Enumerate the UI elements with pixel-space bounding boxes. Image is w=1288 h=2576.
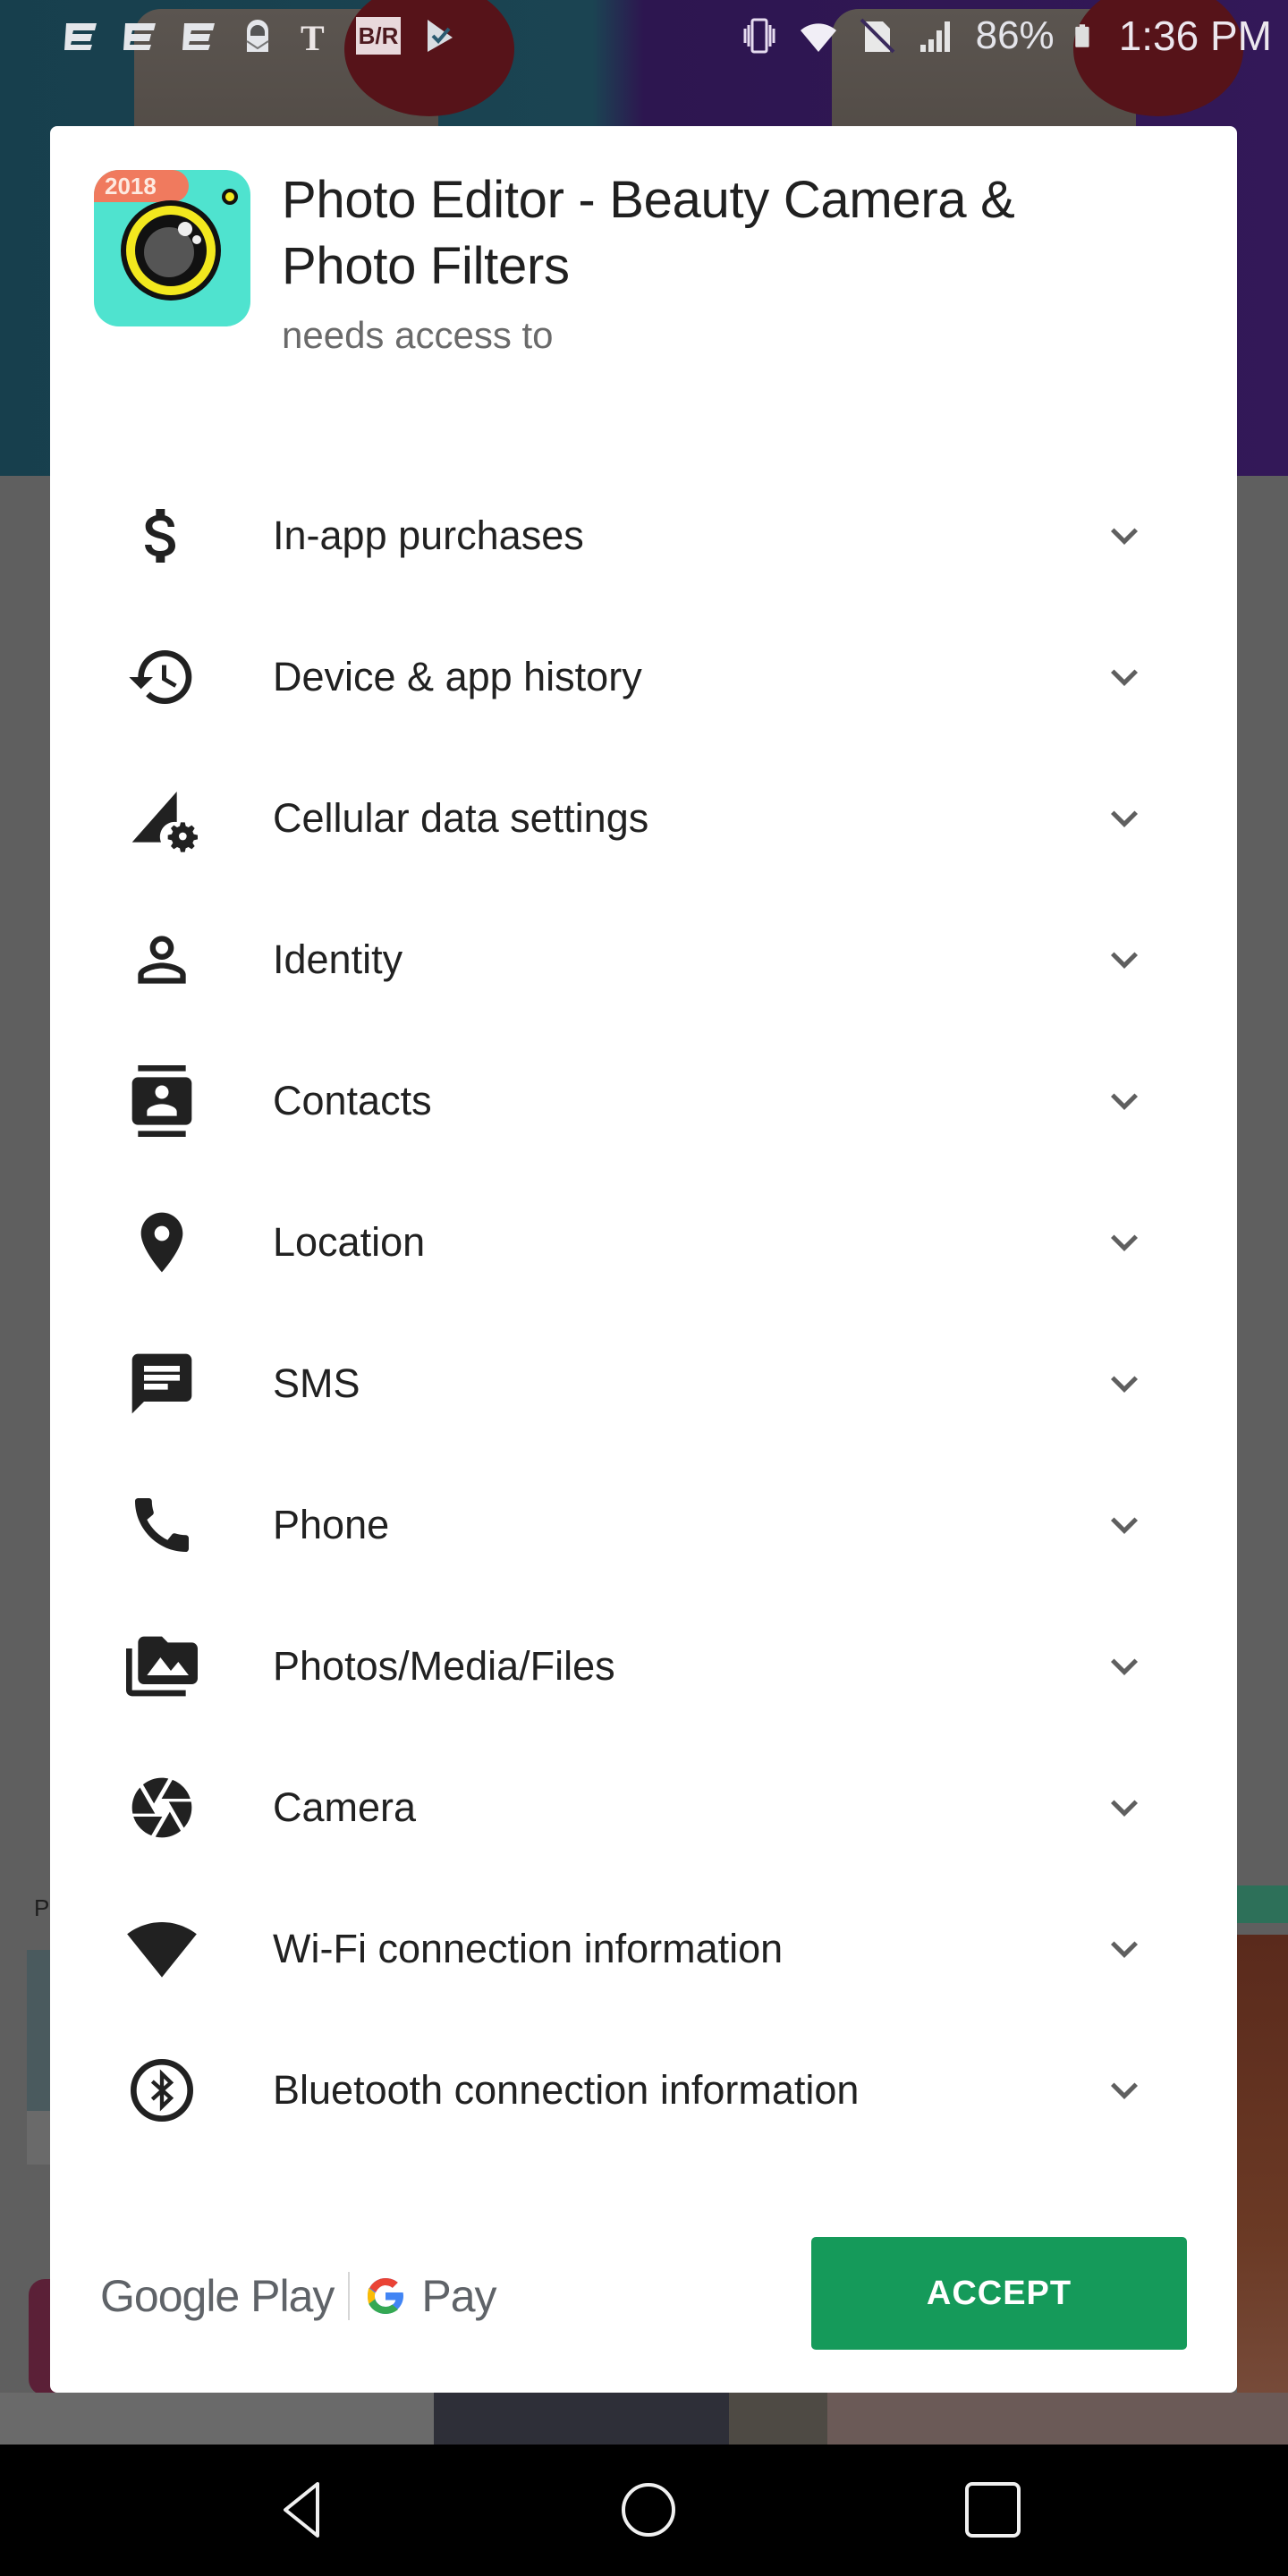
chevron-down-icon[interactable] xyxy=(1097,1074,1151,1128)
google-g-icon xyxy=(368,2278,404,2314)
accept-button[interactable]: ACCEPT xyxy=(811,2237,1187,2350)
notification-icons: T B/R xyxy=(61,16,460,55)
chevron-down-icon[interactable] xyxy=(1097,1640,1151,1693)
permission-label: Camera xyxy=(273,1784,417,1830)
system-status-icons: 86% 1:36 PM xyxy=(740,12,1272,60)
espn-icon xyxy=(182,23,215,50)
battery-icon xyxy=(1074,24,1089,47)
message-icon xyxy=(126,1348,198,1419)
bluetooth-icon xyxy=(126,2055,198,2126)
no-sim-icon xyxy=(860,18,895,54)
chevron-down-icon[interactable] xyxy=(1097,2063,1151,2117)
history-icon xyxy=(126,641,198,713)
chevron-down-icon[interactable] xyxy=(1097,1922,1151,1976)
permission-label: Photos/Media/Files xyxy=(273,1643,615,1689)
background-strip xyxy=(729,2393,827,2446)
wifi-icon xyxy=(800,23,836,52)
home-circle-icon xyxy=(622,2483,675,2537)
battery-percentage: 86% xyxy=(975,13,1055,57)
cellular-settings-icon xyxy=(126,783,198,854)
photo-library-icon xyxy=(126,1631,198,1702)
person-icon xyxy=(126,924,198,996)
status-bar: T B/R 86% 1:36 PM xyxy=(0,0,1288,72)
vibrate-icon xyxy=(743,18,775,54)
bleacher-report-icon: B/R xyxy=(356,17,401,55)
chevron-down-icon[interactable] xyxy=(1097,509,1151,563)
permission-row-in-app-purchases[interactable]: In-app purchases xyxy=(50,465,1237,606)
protonmail-icon xyxy=(246,20,269,52)
svg-text:T: T xyxy=(301,18,325,55)
permission-row-sms[interactable]: SMS xyxy=(50,1313,1237,1454)
app-icon: 2018 xyxy=(94,170,250,326)
permission-label: Cellular data settings xyxy=(273,795,649,841)
chevron-down-icon[interactable] xyxy=(1097,1498,1151,1552)
checkmark-app-icon xyxy=(428,20,453,52)
back-button[interactable] xyxy=(273,2479,335,2541)
permission-label: Bluetooth connection information xyxy=(273,2067,860,2113)
chevron-down-icon[interactable] xyxy=(1097,1216,1151,1269)
chevron-down-icon[interactable] xyxy=(1097,1357,1151,1411)
pay-logo-text: Pay xyxy=(421,2271,496,2321)
permission-label: SMS xyxy=(273,1360,360,1406)
dialog-subtitle: needs access to xyxy=(282,314,554,356)
permissions-dialog: 2018 Photo Editor - Beauty Camera & Phot… xyxy=(50,126,1237,2393)
back-triangle-icon xyxy=(284,2482,319,2538)
permission-row-cellular-data-settings[interactable]: Cellular data settings xyxy=(50,748,1237,889)
chevron-down-icon[interactable] xyxy=(1097,650,1151,704)
permission-label: Device & app history xyxy=(273,654,642,699)
permission-row-photos-media-files[interactable]: Photos/Media/Files xyxy=(50,1596,1237,1737)
permission-row-identity[interactable]: Identity xyxy=(50,889,1237,1030)
screen: P T B/R 86% 1:36 PM 2018 Photo Editor - … xyxy=(0,0,1288,2576)
wifi-icon xyxy=(126,1913,198,1985)
google-play-logo-text: Google Play xyxy=(100,2271,335,2321)
brand-divider xyxy=(348,2272,351,2320)
permission-row-device-app-history[interactable]: Device & app history xyxy=(50,606,1237,748)
permission-label: Contacts xyxy=(273,1078,432,1123)
google-play-pay-branding: Google Play Pay xyxy=(100,2260,497,2332)
background-strip xyxy=(827,2393,1288,2446)
background-strip xyxy=(0,2393,434,2446)
navigation-bar xyxy=(0,2445,1288,2576)
signal-icon xyxy=(919,21,950,52)
permission-row-contacts[interactable]: Contacts xyxy=(50,1030,1237,1172)
chevron-down-icon[interactable] xyxy=(1097,933,1151,987)
permission-label: Location xyxy=(273,1219,426,1265)
background-strip xyxy=(434,2393,729,2446)
dollar-icon xyxy=(126,500,198,572)
camera-shutter-icon xyxy=(126,1772,198,1843)
permission-label: Phone xyxy=(273,1502,390,1547)
permission-label: Wi-Fi connection information xyxy=(273,1926,784,1971)
home-button[interactable] xyxy=(617,2479,680,2541)
nytimes-icon: T xyxy=(301,18,325,55)
app-title: Photo Editor - Beauty Camera & Photo Fil… xyxy=(282,171,1015,295)
permission-list: In-app purchases Device & app history Ce… xyxy=(50,465,1237,2161)
espn-icon xyxy=(123,23,156,50)
permission-label: Identity xyxy=(273,936,403,982)
recents-button[interactable] xyxy=(962,2479,1024,2541)
contacts-icon xyxy=(126,1065,198,1137)
app-icon-badge-text: 2018 xyxy=(105,173,157,199)
permission-row-bluetooth-connection-information[interactable]: Bluetooth connection information xyxy=(50,2020,1237,2161)
permission-label: In-app purchases xyxy=(273,513,584,558)
background-section-label: P xyxy=(34,1894,50,1921)
permission-row-camera[interactable]: Camera xyxy=(50,1737,1237,1878)
permission-row-wifi-connection-information[interactable]: Wi-Fi connection information xyxy=(50,1878,1237,2020)
permission-row-location[interactable]: Location xyxy=(50,1172,1237,1313)
background-photo xyxy=(1237,1935,1288,2445)
permission-row-phone[interactable]: Phone xyxy=(50,1454,1237,1596)
clock: 1:36 PM xyxy=(1118,13,1272,59)
location-pin-icon xyxy=(126,1207,198,1278)
chevron-down-icon[interactable] xyxy=(1097,1781,1151,1835)
phone-icon xyxy=(126,1489,198,1561)
espn-icon xyxy=(64,23,97,50)
recents-square-icon xyxy=(965,2482,1021,2538)
chevron-down-icon[interactable] xyxy=(1097,792,1151,845)
